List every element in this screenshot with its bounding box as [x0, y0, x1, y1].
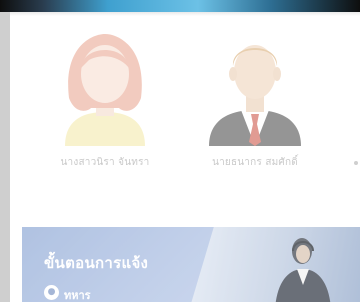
next-profile-partial [354, 161, 358, 165]
profile-list: นางสาวนิรา จันทรา นายธนากร สมศักดิ์ [10, 12, 360, 182]
person-with-headset-image [275, 238, 331, 302]
profile-card-female[interactable]: นางสาวนิรา จันทรา [40, 12, 170, 182]
logo-text: ทหาร [64, 289, 91, 302]
banner-title: ขั้นตอนการแจ้ง [44, 254, 149, 272]
female-avatar-icon [65, 34, 145, 146]
male-avatar-icon [209, 45, 301, 146]
profile-name[interactable]: นายธนากร สมศักดิ์ [190, 155, 320, 170]
content-page: นางสาวนิรา จันทรา นายธนากร สมศักดิ์ ขั้น… [10, 12, 360, 302]
logo-icon: ● [44, 285, 59, 300]
profile-name[interactable]: นางสาวนิรา จันทรา [40, 155, 170, 170]
promo-banner[interactable]: ขั้นตอนการแจ้ง ● ทหาร [22, 227, 360, 302]
profile-card-male[interactable]: นายธนากร สมศักดิ์ [190, 12, 320, 182]
top-image-strip [0, 0, 360, 12]
